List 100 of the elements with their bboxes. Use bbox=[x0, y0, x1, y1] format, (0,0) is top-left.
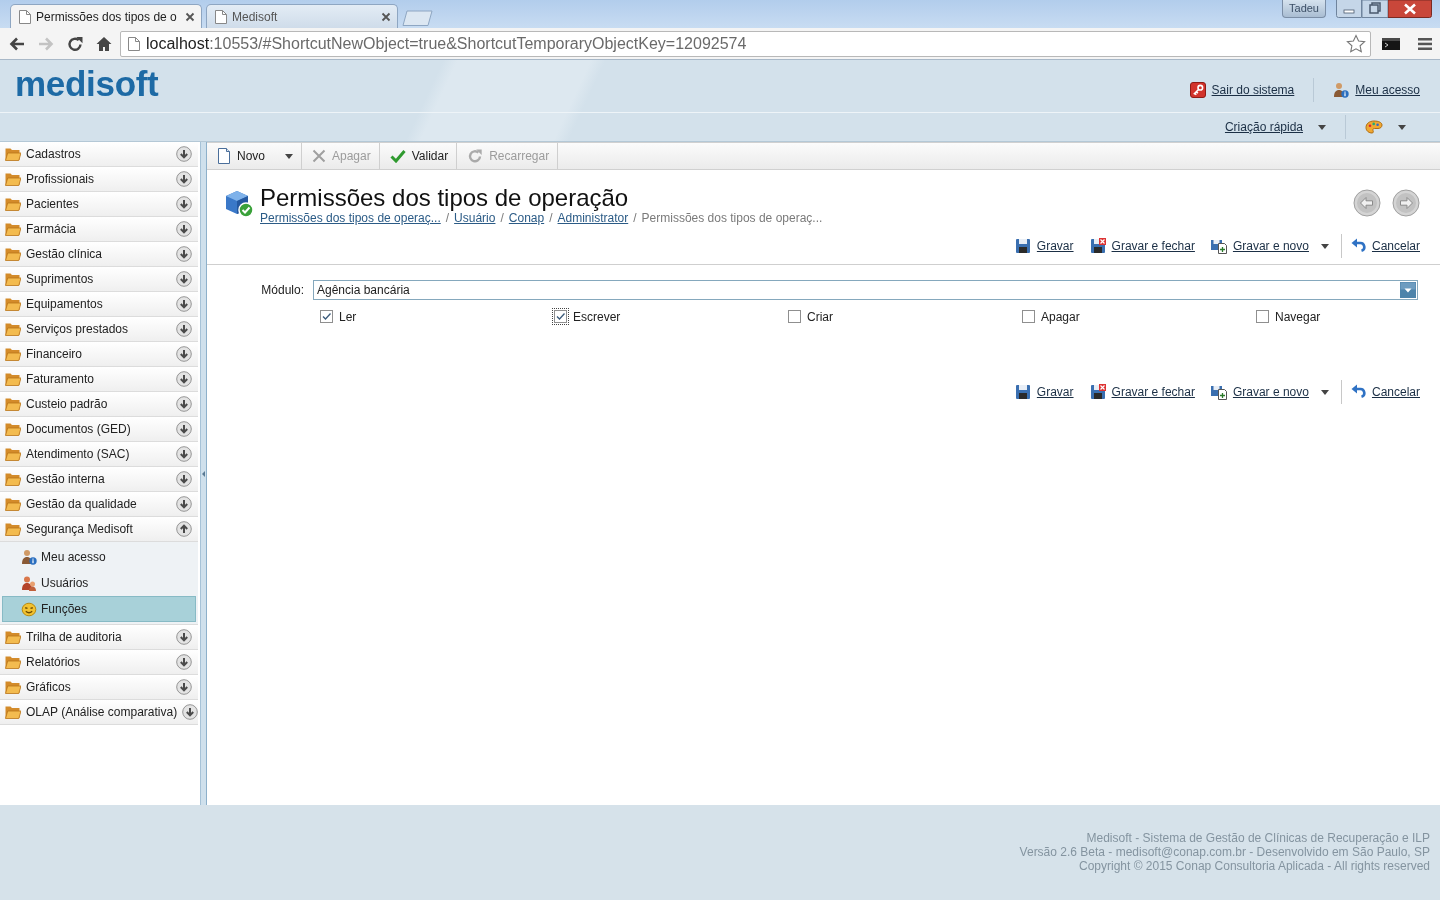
close-icon[interactable] bbox=[381, 11, 391, 22]
breadcrumb-link[interactable]: Administrator bbox=[557, 210, 629, 226]
key-icon bbox=[1189, 82, 1206, 98]
save-link[interactable]: Gravar bbox=[1014, 384, 1074, 400]
right-arrow-circle-icon[interactable] bbox=[1392, 189, 1420, 217]
folder-icon bbox=[5, 522, 21, 536]
checkbox[interactable] bbox=[318, 308, 335, 325]
breadcrumb-link[interactable]: Permissões dos tipos de operaç... bbox=[260, 210, 441, 226]
my-access-link[interactable]: Meu acesso bbox=[1333, 82, 1420, 98]
save-new-link[interactable]: Gravar e novo bbox=[1210, 238, 1309, 254]
folder-icon bbox=[5, 272, 21, 286]
down-arrow-circle-icon[interactable] bbox=[176, 171, 192, 187]
caret-icon[interactable] bbox=[1320, 389, 1329, 395]
left-arrow-circle-icon[interactable] bbox=[1353, 189, 1381, 217]
palette-icon[interactable] bbox=[1365, 120, 1383, 134]
down-arrow-circle-icon[interactable] bbox=[176, 629, 192, 645]
folder-icon bbox=[5, 172, 21, 186]
save-link[interactable]: Gravar bbox=[1014, 238, 1074, 254]
checkbox[interactable] bbox=[786, 308, 803, 325]
checkbox-label: Navegar bbox=[1275, 309, 1321, 324]
page-icon bbox=[19, 9, 31, 24]
down-arrow-circle-icon[interactable] bbox=[176, 421, 192, 437]
validate-button[interactable]: Validar bbox=[379, 143, 458, 169]
down-arrow-circle-icon[interactable] bbox=[176, 196, 192, 212]
star-icon[interactable] bbox=[1346, 33, 1366, 54]
down-arrow-circle-icon[interactable] bbox=[176, 471, 192, 487]
caret-icon[interactable] bbox=[1320, 243, 1329, 249]
down-arrow-circle-icon[interactable] bbox=[176, 679, 192, 695]
save-new-link[interactable]: Gravar e novo bbox=[1210, 384, 1309, 400]
checkbox-label: Apagar bbox=[1041, 309, 1080, 324]
module-select[interactable]: Agência bancária bbox=[313, 280, 1418, 300]
folder-icon bbox=[5, 347, 21, 361]
down-arrow-circle-icon[interactable] bbox=[176, 246, 192, 262]
floppy-disk-document-icon bbox=[1210, 384, 1227, 400]
quick-create-link[interactable]: Criação rápida bbox=[1224, 120, 1303, 134]
logout-link[interactable]: Sair do sistema bbox=[1189, 82, 1295, 98]
triangle-icon bbox=[202, 470, 205, 477]
breadcrumb-separator: / bbox=[549, 211, 553, 226]
floppy-disk-cross-icon bbox=[1089, 384, 1106, 400]
menu-icon[interactable] bbox=[1418, 37, 1432, 50]
reload-icon[interactable] bbox=[66, 34, 84, 53]
caret-icon[interactable] bbox=[1398, 124, 1406, 130]
profile-button[interactable]: Tadeu bbox=[1282, 0, 1326, 18]
page-icon bbox=[215, 9, 227, 24]
down-arrow-circle-icon[interactable] bbox=[176, 446, 192, 462]
terminal-icon[interactable] bbox=[1382, 37, 1400, 50]
check-icon bbox=[389, 149, 406, 163]
folder-icon bbox=[5, 372, 21, 386]
cancel-link[interactable]: Cancelar bbox=[1349, 238, 1420, 254]
undo-arrow-icon bbox=[1349, 238, 1366, 254]
browser-tab[interactable]: Permissões dos tipos de o bbox=[10, 4, 202, 28]
breadcrumb-link[interactable]: Conap bbox=[508, 210, 545, 226]
down-arrow-circle-icon[interactable] bbox=[176, 271, 192, 287]
save-close-link[interactable]: Gravar e fechar bbox=[1089, 238, 1195, 254]
down-arrow-circle-icon[interactable] bbox=[176, 654, 192, 670]
caret-icon[interactable] bbox=[1318, 124, 1326, 130]
folder-icon bbox=[5, 197, 21, 211]
down-arrow-circle-icon[interactable] bbox=[176, 496, 192, 512]
user-info-icon bbox=[21, 549, 37, 565]
down-arrow-circle-icon[interactable] bbox=[176, 346, 192, 362]
address-bar[interactable]: localhost:10553/#ShortcutNewObject=true&ShortcutTemporaryObjectKey=12092574 bbox=[120, 30, 1371, 57]
footer-text: Versão 2.6 Beta - medisoft@conap.com.br - Desenvolvido em São Paulo, SP bbox=[1018, 845, 1430, 859]
down-arrow-circle-icon[interactable] bbox=[176, 296, 192, 312]
sidebar-subitem[interactable]: Usuários bbox=[2, 570, 196, 596]
checkbox[interactable] bbox=[1020, 308, 1037, 325]
down-arrow-circle-icon[interactable] bbox=[182, 704, 199, 720]
page-icon bbox=[128, 36, 140, 51]
down-arrow-circle-icon[interactable] bbox=[176, 371, 192, 387]
breadcrumb-link[interactable]: Usuário bbox=[454, 210, 496, 226]
breadcrumb-current: Permissões dos tipos de operaç... bbox=[641, 210, 823, 226]
sidebar-subitem[interactable]: Meu acesso bbox=[2, 544, 196, 570]
cancel-link[interactable]: Cancelar bbox=[1349, 384, 1420, 400]
folder-icon bbox=[5, 147, 21, 161]
folder-icon bbox=[5, 222, 21, 236]
down-arrow-circle-icon[interactable] bbox=[176, 396, 192, 412]
new-button[interactable]: Novo bbox=[207, 143, 302, 169]
folder-icon bbox=[5, 422, 21, 436]
close-icon[interactable] bbox=[185, 11, 195, 22]
down-arrow-circle-icon[interactable] bbox=[176, 146, 192, 162]
restore-icon[interactable] bbox=[1362, 0, 1388, 18]
checkbox-label: Escrever bbox=[573, 309, 621, 324]
footer-text: Copyright © 2015 Conap Consultoria Aplicada - All rights reserved bbox=[1077, 859, 1430, 873]
down-arrow-circle-icon[interactable] bbox=[176, 221, 192, 237]
checkbox[interactable] bbox=[552, 308, 569, 325]
folder-icon bbox=[5, 297, 21, 311]
sidebar-subitem[interactable]: Funções bbox=[2, 596, 196, 622]
folder-icon bbox=[5, 472, 21, 486]
save-close-link[interactable]: Gravar e fechar bbox=[1089, 384, 1195, 400]
folder-icon bbox=[5, 655, 21, 669]
browser-tab[interactable]: Medisoft bbox=[206, 4, 398, 28]
down-arrow-circle-icon[interactable] bbox=[176, 321, 192, 337]
folder-icon bbox=[5, 630, 21, 644]
house-icon[interactable] bbox=[95, 34, 113, 53]
user-info-icon bbox=[1333, 82, 1350, 98]
checkbox[interactable] bbox=[1254, 308, 1271, 325]
minimize-icon[interactable] bbox=[1336, 0, 1362, 18]
up-arrow-circle-icon[interactable] bbox=[176, 521, 192, 537]
folder-icon bbox=[5, 680, 21, 694]
floppy-disk-document-icon bbox=[1210, 238, 1227, 254]
close-window-icon[interactable] bbox=[1388, 0, 1432, 18]
